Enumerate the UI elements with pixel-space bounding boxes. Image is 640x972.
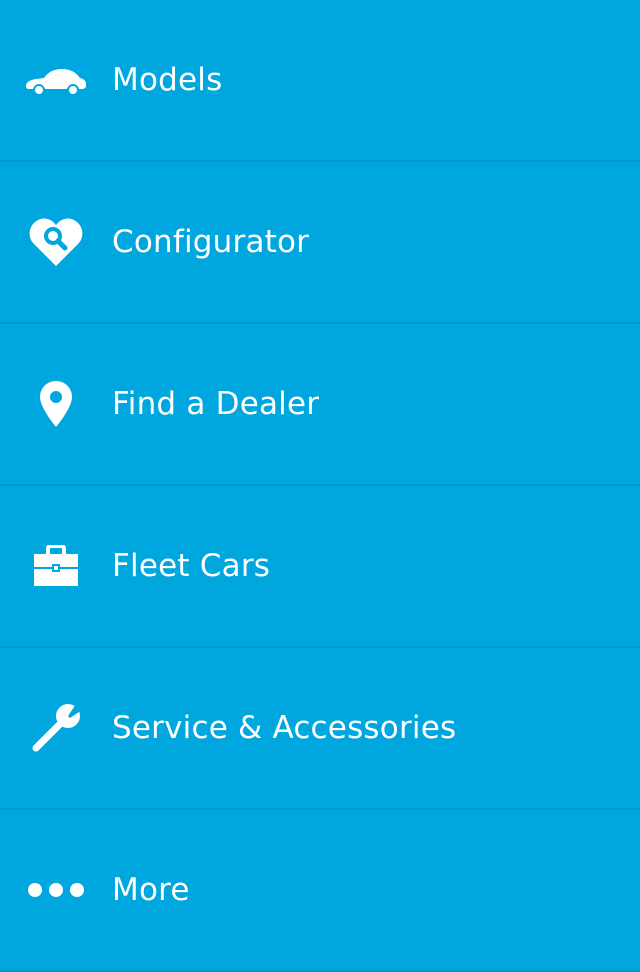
menu-item-service-accessories[interactable]: Service & Accessories: [0, 648, 640, 810]
menu-item-configurator[interactable]: Configurator: [0, 162, 640, 324]
menu-item-more[interactable]: More: [0, 810, 640, 972]
menu-item-label: Models: [112, 62, 223, 98]
briefcase-icon: [24, 534, 88, 598]
menu-item-find-a-dealer[interactable]: Find a Dealer: [0, 324, 640, 486]
menu-item-label: Find a Dealer: [112, 386, 320, 422]
map-pin-icon: [24, 372, 88, 436]
wrench-icon: [24, 696, 88, 760]
menu-item-label: Service & Accessories: [112, 710, 457, 746]
menu-item-fleet-cars[interactable]: Fleet Cars: [0, 486, 640, 648]
menu-item-models[interactable]: Models: [0, 0, 640, 162]
car-icon: [24, 48, 88, 112]
menu-item-label: Fleet Cars: [112, 548, 271, 584]
heart-search-icon: [24, 210, 88, 274]
menu-item-label: Configurator: [112, 224, 310, 260]
menu-item-label: More: [112, 872, 190, 908]
more-dots-icon: [24, 858, 88, 922]
navigation-menu: Models Configurator Find a Dealer Fleet …: [0, 0, 640, 972]
